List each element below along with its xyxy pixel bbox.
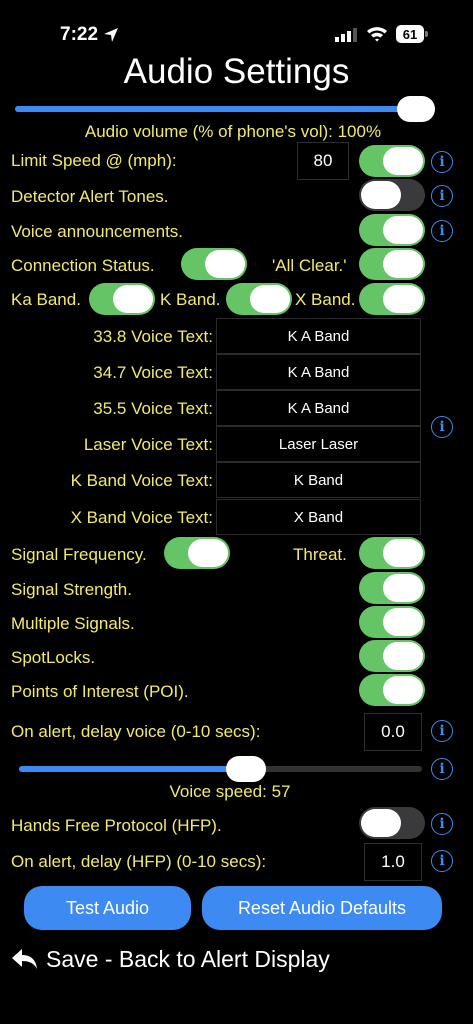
voice-speed-thumb[interactable] bbox=[226, 756, 266, 782]
voice-text-label-347: 34.7 Voice Text: bbox=[93, 363, 213, 382]
all-clear-label: 'All Clear.' bbox=[272, 256, 347, 275]
volume-slider-fill bbox=[15, 106, 416, 112]
battery-level: 61 bbox=[402, 26, 418, 42]
delay-voice-input[interactable]: 0.0 bbox=[364, 713, 422, 751]
delay-voice-info-icon[interactable]: i bbox=[431, 720, 453, 742]
status-time: 7:22 bbox=[60, 24, 99, 45]
k-band-toggle[interactable] bbox=[226, 283, 292, 315]
signal-strength-label: Signal Strength. bbox=[11, 580, 132, 599]
delay-hfp-input[interactable]: 1.0 bbox=[364, 843, 422, 881]
delay-hfp-info-icon[interactable]: i bbox=[431, 850, 453, 872]
limit-speed-toggle[interactable] bbox=[359, 145, 425, 177]
hfp-info-icon[interactable]: i bbox=[431, 813, 453, 835]
delay-voice-label: On alert, delay voice (0-10 secs): bbox=[11, 722, 261, 741]
volume-label: Audio volume (% of phone's vol): 100% bbox=[84, 122, 382, 141]
voice-announcements-label: Voice announcements. bbox=[11, 222, 184, 241]
save-back-label: Save - Back to Alert Display bbox=[46, 945, 330, 972]
detector-tones-label: Detector Alert Tones. bbox=[11, 187, 169, 206]
hfp-label: Hands Free Protocol (HFP). bbox=[11, 816, 222, 835]
reset-audio-defaults-button[interactable]: Reset Audio Defaults bbox=[202, 886, 442, 930]
limit-speed-input[interactable]: 80 bbox=[297, 142, 349, 180]
signal-frequency-toggle[interactable] bbox=[164, 537, 230, 569]
delay-hfp-label: On alert, delay (HFP) (0-10 secs): bbox=[11, 852, 267, 871]
voice-text-label-laser: Laser Voice Text: bbox=[83, 435, 213, 454]
voice-text-input-laser[interactable]: Laser Laser bbox=[216, 426, 421, 462]
voice-text-label-338: 33.8 Voice Text: bbox=[93, 327, 213, 346]
poi-label: Points of Interest (POI). bbox=[11, 682, 189, 701]
voice-text-input-k[interactable]: K Band bbox=[216, 462, 421, 498]
signal-frequency-label: Signal Frequency. bbox=[11, 545, 147, 564]
battery-indicator: 61 bbox=[396, 25, 424, 43]
connection-status-toggle[interactable] bbox=[181, 248, 247, 280]
battery-cap bbox=[425, 31, 428, 37]
voice-speed-slider[interactable] bbox=[19, 756, 422, 784]
volume-slider-thumb[interactable] bbox=[397, 96, 435, 122]
spotlocks-toggle[interactable] bbox=[359, 640, 425, 672]
voice-speed-label: Voice speed: 57 bbox=[169, 782, 291, 801]
detector-tones-toggle[interactable] bbox=[359, 179, 425, 211]
voice-text-input-x[interactable]: X Band bbox=[216, 499, 421, 535]
x-band-label: X Band. bbox=[295, 290, 356, 309]
connection-status-label: Connection Status. bbox=[11, 256, 155, 275]
voice-text-input-355[interactable]: K A Band bbox=[216, 390, 421, 426]
multiple-signals-toggle[interactable] bbox=[359, 606, 425, 638]
voice-text-label-k: K Band Voice Text: bbox=[70, 471, 213, 490]
wifi-icon bbox=[367, 27, 387, 42]
voice-text-input-338[interactable]: K A Band bbox=[216, 318, 421, 354]
voice-text-label-x: X Band Voice Text: bbox=[70, 508, 213, 527]
voice-text-label-355: 35.5 Voice Text: bbox=[93, 399, 213, 418]
voice-announcements-info-icon[interactable]: i bbox=[431, 220, 453, 242]
voice-text-info-icon[interactable]: i bbox=[431, 416, 453, 438]
hfp-toggle[interactable] bbox=[359, 807, 425, 839]
voice-speed-info-icon[interactable]: i bbox=[431, 758, 453, 780]
threat-toggle[interactable] bbox=[359, 537, 425, 569]
test-audio-button[interactable]: Test Audio bbox=[24, 886, 191, 930]
signal-strength-toggle[interactable] bbox=[359, 572, 425, 604]
voice-speed-fill bbox=[19, 766, 246, 772]
ka-band-label: Ka Band. bbox=[11, 290, 81, 309]
x-band-toggle[interactable] bbox=[359, 283, 425, 315]
spotlocks-label: SpotLocks. bbox=[11, 648, 96, 667]
detector-tones-info-icon[interactable]: i bbox=[431, 185, 453, 207]
threat-label: Threat. bbox=[293, 545, 347, 564]
limit-speed-label: Limit Speed @ (mph): bbox=[11, 151, 177, 170]
ka-band-toggle[interactable] bbox=[89, 283, 155, 315]
multiple-signals-label: Multiple Signals. bbox=[11, 614, 135, 633]
cellular-signal-icon bbox=[335, 28, 357, 42]
save-back-button[interactable]: Save - Back to Alert Display bbox=[11, 942, 330, 976]
k-band-label: K Band. bbox=[160, 290, 221, 309]
all-clear-toggle[interactable] bbox=[359, 248, 425, 280]
back-arrow-icon bbox=[12, 949, 37, 969]
poi-toggle[interactable] bbox=[359, 674, 425, 706]
voice-announcements-toggle[interactable] bbox=[359, 214, 425, 246]
page-title: Audio Settings bbox=[123, 52, 350, 91]
volume-slider[interactable] bbox=[15, 96, 435, 124]
location-arrow-icon bbox=[104, 28, 118, 42]
voice-text-input-347[interactable]: K A Band bbox=[216, 354, 421, 390]
limit-speed-info-icon[interactable]: i bbox=[431, 151, 453, 173]
